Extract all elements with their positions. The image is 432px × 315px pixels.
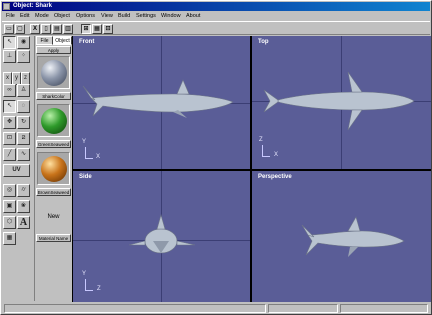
menu-edit[interactable]: Edit — [20, 12, 29, 21]
new-file-icon[interactable]: ▭ — [4, 24, 14, 34]
status-bar — [2, 303, 430, 314]
new-material-button[interactable]: New — [36, 200, 71, 234]
material-sphere — [41, 156, 67, 182]
figure-icon[interactable]: ♙ — [17, 84, 30, 97]
materials-tabs: File Object — [36, 36, 72, 45]
menu-bar: File Edit Mode Object Options View Build… — [2, 12, 430, 21]
status-message — [4, 304, 266, 313]
text-tool-icon[interactable]: X — [30, 24, 40, 34]
axis-indicator-h — [262, 156, 270, 157]
cylinder-primitive-icon[interactable]: ⌭ — [17, 184, 30, 197]
apply-button[interactable]: Apply — [36, 46, 71, 54]
axis-indicator-h — [85, 290, 93, 291]
material-name-label[interactable]: GreenSeaweed — [36, 140, 71, 148]
line-icon[interactable]: ╱ — [3, 148, 16, 161]
zoom-icon[interactable]: ⊡ — [103, 24, 113, 34]
shark-model — [301, 216, 405, 257]
scale-icon[interactable]: ⊡ — [3, 132, 16, 145]
cube-primitive-icon[interactable]: ▣ — [3, 200, 16, 213]
menu-settings[interactable]: Settings — [136, 12, 156, 21]
copy-icon[interactable]: ▤ — [52, 24, 62, 34]
lasso-icon[interactable]: ◌ — [17, 100, 30, 113]
side-viewport[interactable]: Side Y Z — [73, 171, 250, 302]
menu-about[interactable]: About — [186, 12, 200, 21]
shark-model — [82, 79, 234, 118]
menu-object[interactable]: Object — [54, 12, 70, 21]
shear-icon[interactable]: ⧄ — [17, 132, 30, 145]
shark-model — [263, 71, 415, 131]
link-icon[interactable]: ∞ — [3, 84, 16, 97]
points-icon[interactable]: ⁘ — [17, 50, 30, 63]
axis-label-y: Y — [82, 139, 87, 145]
material-swatch[interactable] — [37, 104, 70, 137]
material-name-label[interactable]: BrownSeaweed — [36, 188, 71, 196]
axis-label-x: X — [274, 152, 279, 158]
axis-indicator-h — [85, 158, 93, 159]
window-title: Object: Shark — [13, 3, 53, 9]
axis-label-x: X — [96, 154, 101, 160]
pointer-icon[interactable]: ↖ — [3, 100, 16, 113]
perspective-viewport[interactable]: Perspective — [252, 171, 431, 302]
status-cell — [340, 304, 428, 313]
tool-palette: ↖ ◉ ⊥ ⁘ x y z ∞ ♙ ↖ ◌ ✥ ↻ ⊡ ⧄ ╱ ∿ UV ◎ ⌭… — [3, 36, 33, 301]
sphere-primitive-icon[interactable]: ◎ — [3, 184, 16, 197]
menu-window[interactable]: Window — [161, 12, 181, 21]
material-sphere — [41, 108, 67, 134]
material-sphere — [41, 60, 67, 86]
material-name-field[interactable]: Material Name — [36, 234, 71, 242]
toolbar: ▭ ▢ X ▯ ▤ ▥ ⊞ ▦ ⊡ — [2, 21, 430, 35]
shark-model — [128, 213, 196, 254]
materials-panel: File Object Apply SharkColor GreenSeawee… — [34, 36, 72, 301]
four-view-icon[interactable]: ⊞ — [81, 24, 91, 34]
top-viewport[interactable]: Top Z X — [252, 36, 431, 169]
viewports: Front Y X Top Z X Side Y Z Perspective — [72, 36, 431, 302]
axis-label-z: Z — [97, 286, 101, 292]
tab-object[interactable]: Object — [53, 36, 72, 45]
menu-mode[interactable]: Mode — [35, 12, 49, 21]
menu-file[interactable]: File — [6, 12, 15, 21]
lathe-icon[interactable]: ❀ — [17, 200, 30, 213]
grid-icon[interactable]: ▦ — [3, 232, 16, 245]
material-swatch[interactable] — [37, 152, 70, 185]
cut-icon[interactable]: ▯ — [41, 24, 51, 34]
uv-button[interactable]: UV — [3, 164, 30, 177]
select-arrow-icon[interactable]: ↖ — [3, 36, 16, 49]
menu-build[interactable]: Build — [118, 12, 130, 21]
open-file-icon[interactable]: ▢ — [15, 24, 25, 34]
curve-icon[interactable]: ∿ — [17, 148, 30, 161]
material-swatch[interactable] — [37, 56, 70, 89]
hexagon-primitive-icon[interactable]: ⬡ — [3, 216, 16, 229]
status-cell — [268, 304, 338, 313]
menu-view[interactable]: View — [101, 12, 113, 21]
menu-options[interactable]: Options — [76, 12, 95, 21]
axis-label-z: Z — [259, 137, 263, 143]
axis-tool-icon[interactable]: ⊥ — [3, 50, 16, 63]
front-viewport[interactable]: Front Y X — [73, 36, 250, 169]
rotate-icon[interactable]: ↻ — [17, 116, 30, 129]
material-name-label[interactable]: SharkColor — [36, 92, 71, 100]
app-window: Object: Shark File Edit Mode Object Opti… — [0, 0, 432, 315]
move-icon[interactable]: ✥ — [3, 116, 16, 129]
eye-icon[interactable]: ◉ — [17, 36, 30, 49]
tab-file[interactable]: File — [36, 36, 53, 45]
paste-icon[interactable]: ▥ — [63, 24, 73, 34]
text-object-icon[interactable]: A — [17, 216, 30, 229]
app-icon[interactable] — [3, 3, 10, 10]
title-bar[interactable]: Object: Shark — [2, 2, 430, 11]
axis-label-y: Y — [82, 271, 87, 277]
single-view-icon[interactable]: ▦ — [92, 24, 102, 34]
